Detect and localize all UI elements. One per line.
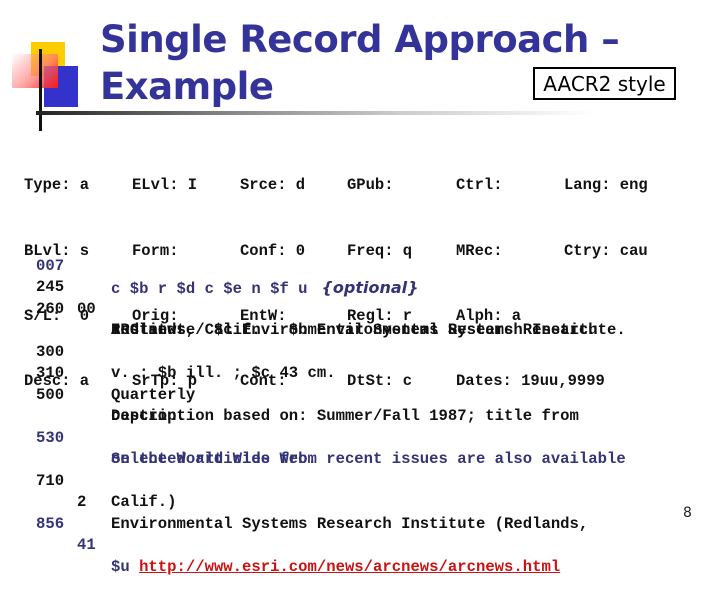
marc-field-245: 245 00 ARC news / $c Environmental Syste…: [36, 256, 626, 339]
marc-indicators: 00: [77, 299, 96, 318]
fixed-field: Type: a: [24, 176, 90, 195]
page-number: 8: [683, 505, 692, 521]
marc-field-text: c $b r $d c $e n $f u: [111, 280, 308, 298]
fixed-field: Conf: 0: [240, 241, 306, 260]
marc-indicators: 41: [77, 536, 96, 554]
marc-record: 007 c $b r $d c $e n $f u {optional} 245 …: [36, 234, 626, 576]
slide-title-line-1: Single Record Approach –: [100, 18, 620, 61]
logo-red-square: [12, 54, 58, 88]
fixed-fields-col-6: Lang: eng Ctry: cau: [564, 132, 648, 284]
fixed-fields-col-4: GPub: Freq: q Regl: r DtSt: c: [347, 132, 412, 414]
fixed-field: Dates: 19uu,9999: [456, 371, 605, 390]
fixed-field: GPub:: [347, 176, 394, 195]
marc-field-710-continued: Calif.): [36, 471, 177, 511]
marc-field-text: Quarterly: [111, 385, 196, 404]
fixed-field: DtSt: c: [347, 371, 413, 390]
fixed-field: ELvl: I: [132, 176, 198, 195]
marc-field-text: v. : $b ill. ; $c 43 cm.: [111, 364, 336, 382]
fixed-field: Freq: q: [347, 241, 413, 260]
subfield-code: $u: [111, 557, 140, 576]
marc-field-710: 710 2 Environmental Systems Research Ins…: [36, 449, 588, 533]
marc-field-856: 856 41 $u http://www.esri.com/news/arcne…: [36, 492, 560, 576]
fixed-field: Ctry: cau: [564, 241, 648, 260]
fixed-field: Srce: d: [240, 176, 306, 195]
marc-tag: 856: [36, 514, 65, 533]
marc-field-260: 260 Redlands, Calif. : $b Environmental …: [36, 277, 598, 340]
marc-field-500-continued: caption.: [36, 385, 186, 425]
marc-field-text: caption.: [111, 407, 186, 425]
logo-vertical-rule: [39, 49, 42, 131]
marc-field-260-continued: Institute: [36, 299, 195, 339]
marc-field-text: Environmental Systems Research Institute…: [111, 514, 589, 533]
marc-field-530: 530 Selected articles from recent issues…: [36, 406, 626, 469]
marc-field-500: 500 Description based on: Summer/Fall 19…: [36, 363, 579, 426]
marc-indicators: 2: [77, 493, 87, 511]
aacr2-style-label: AACR2 style: [533, 67, 676, 100]
marc-field-310: 310 Quarterly: [36, 342, 195, 404]
marc-field-text: on the World Wide Web.: [111, 450, 317, 468]
marc-field-530-continued: on the World Wide Web.: [36, 428, 317, 468]
fixed-field: Form:: [132, 241, 179, 260]
marc-field-text: Institute: [111, 321, 196, 339]
title-underline-rule: [36, 111, 596, 115]
marc-field-300: 300 v. : $b ill. ; $c 43 cm.: [36, 320, 336, 383]
optional-note: {optional}: [321, 278, 419, 297]
marc-field-007: 007 c $b r $d c $e n $f u {optional}: [36, 234, 419, 299]
fixed-field: Lang: eng: [564, 176, 648, 195]
arcnews-url-link[interactable]: http://www.esri.com/news/arcnews/arcnews…: [139, 558, 560, 576]
marc-field-text: Calif.): [111, 493, 177, 511]
